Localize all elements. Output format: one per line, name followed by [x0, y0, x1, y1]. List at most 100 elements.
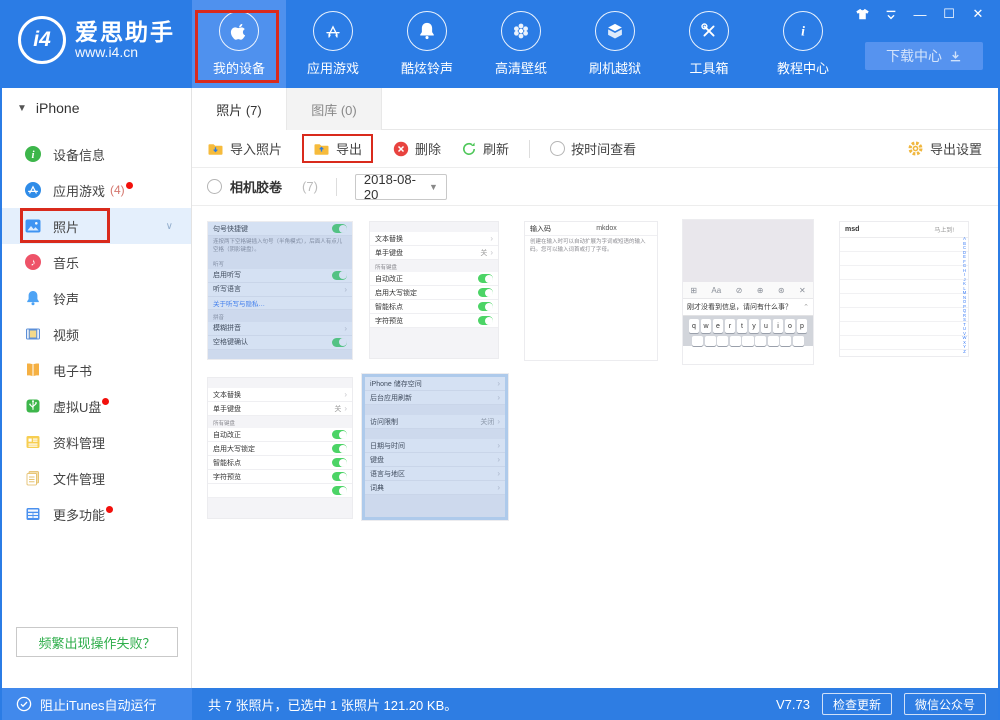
filter-divider — [336, 178, 337, 196]
photo-thumbnail[interactable]: iPhone 储存空间›后台应用刷新›访问限制关闭›日期与时间›键盘›语言与地区… — [362, 374, 508, 520]
block-itunes-label: 阻止iTunes自动运行 — [40, 695, 157, 714]
folder-import-icon — [207, 141, 224, 157]
sidebar-item-app-games[interactable]: 应用游戏 (4) — [2, 172, 191, 208]
sidebar-item-label: 虚拟U盘 — [53, 397, 101, 416]
chevron-right-icon: › — [344, 404, 347, 413]
date-filter-select[interactable]: 2018-08-20 ▼ — [355, 174, 447, 200]
bell-blue-icon — [24, 289, 42, 307]
keyboard-tool-icon: ⊞ — [690, 286, 697, 295]
sidebar-item-label: 文件管理 — [53, 469, 105, 488]
check-update-button[interactable]: 检查更新 — [822, 693, 892, 715]
sidebar-item-videos[interactable]: 视频 — [2, 316, 191, 352]
wechat-account-button[interactable]: 微信公众号 — [904, 693, 986, 715]
version-label: V7.73 — [776, 697, 810, 712]
list-row — [840, 322, 968, 336]
index-letter: Z — [963, 350, 967, 355]
view-by-time-label: 按时间查看 — [571, 139, 636, 158]
sidebar-item-label: 设备信息 — [53, 145, 105, 164]
chevron-right-icon: › — [497, 393, 500, 402]
photo-thumbnail[interactable]: 文本替换›单手键盘关›所有键盘自动改正启用大写锁定智能标点字符预览 — [370, 222, 498, 358]
delete-button[interactable]: 删除 — [393, 139, 441, 158]
minimize-button[interactable]: — — [912, 6, 928, 22]
sidebar-item-label: 铃声 — [53, 289, 79, 308]
sidebar-item-photos[interactable]: 照片 ∨ — [2, 208, 191, 244]
ios-row: 启用听写 — [208, 269, 352, 283]
sidebar-item-label: 应用游戏 — [53, 181, 105, 200]
sidebar-item-more-functions[interactable]: 更多功能 — [2, 496, 191, 532]
keyboard-tool-icon: Aa — [711, 286, 721, 295]
collapse-caret-icon: ▼ — [17, 103, 27, 114]
sidebar-item-ebooks[interactable]: 电子书 — [2, 352, 191, 388]
apple-icon — [219, 11, 259, 51]
main-nav: 我的设备 应用游戏 酷炫铃声 高清壁纸 — [192, 0, 850, 88]
ios-row: 后台应用刷新› — [365, 391, 505, 405]
skin-shirt-icon[interactable] — [854, 6, 870, 22]
keyboard-key — [717, 336, 728, 346]
sidebar-item-data-management[interactable]: 资料管理 — [2, 424, 191, 460]
photo-grid: 句号快捷键连按两下空格键插入句号（半角模式），后面人有点儿空格（阴影键盘）。听写… — [192, 206, 1000, 688]
sidebar-item-device-info[interactable]: i 设备信息 — [2, 136, 191, 172]
ios-row: 自动改正 — [208, 428, 352, 442]
ios-row: 空格键确认 — [208, 336, 352, 350]
list-row — [840, 266, 968, 280]
sidebar-item-ringtones[interactable]: 铃声 — [2, 280, 191, 316]
keyboard-key — [793, 336, 804, 346]
view-by-time-radio[interactable] — [550, 141, 565, 156]
toolbar-divider — [529, 140, 530, 158]
ios-row-label: 空格键确认 — [213, 337, 248, 347]
photo-thumbnail[interactable]: 句号快捷键连按两下空格键插入句号（半角模式），后面人有点儿空格（阴影键盘）。听写… — [208, 222, 352, 359]
nav-label: 刷机越狱 — [589, 58, 641, 77]
ios-row: 日期与时间› — [365, 439, 505, 453]
nav-ringtones[interactable]: 酷炫铃声 — [380, 0, 474, 88]
photo-thumbnail[interactable]: msd马上到!ABCDEFGHIJKLMNOPQRSTUVWXYZ — [840, 222, 968, 356]
keyboard-key — [742, 336, 753, 346]
sidebar-item-file-management[interactable]: 文件管理 — [2, 460, 191, 496]
block-itunes-toggle[interactable]: 阻止iTunes自动运行 — [2, 688, 192, 720]
notification-dot — [102, 398, 109, 405]
nav-app-games[interactable]: 应用游戏 — [286, 0, 380, 88]
nav-label: 酷炫铃声 — [401, 58, 453, 77]
tab-photos[interactable]: 照片 (7) — [192, 88, 287, 130]
sidebar-item-virtual-usb[interactable]: 虚拟U盘 — [2, 388, 191, 424]
menu-expand-icon[interactable] — [883, 6, 899, 22]
keyboard-key — [780, 336, 791, 346]
svg-text:♪: ♪ — [31, 258, 36, 269]
keyboard-tool-icon: ⊕ — [757, 286, 764, 295]
ios-row: 句号快捷键 — [208, 222, 352, 236]
ios-row-label: 词典 — [370, 483, 384, 493]
nav-tutorials[interactable]: i 教程中心 — [756, 0, 850, 88]
import-photos-button[interactable]: 导入照片 — [207, 139, 282, 158]
photo-thumbnail[interactable]: 文本替换›单手键盘关›所有键盘自动改正启用大写锁定智能标点字符预览 — [208, 378, 352, 518]
nav-my-devices[interactable]: 我的设备 — [192, 0, 286, 88]
photo-thumbnail[interactable]: 输入码mkdox创建在输入时可以自动扩展为字词或短语的输入码。您可以输入词首或打… — [525, 222, 657, 360]
sidebar-item-label: 视频 — [53, 325, 79, 344]
nav-wallpapers[interactable]: 高清壁纸 — [474, 0, 568, 88]
toggle-on-icon — [332, 458, 347, 467]
nav-toolbox[interactable]: 工具箱 — [662, 0, 756, 88]
export-settings-button[interactable]: 导出设置 — [907, 139, 982, 158]
operation-failure-help-button[interactable]: 频繁出现操作失败？ — [16, 627, 178, 657]
chevron-right-icon: › — [497, 469, 500, 478]
camera-roll-radio[interactable] — [207, 179, 222, 194]
download-center-button[interactable]: 下载中心 — [865, 42, 983, 70]
ios-row-label: 智能标点 — [213, 458, 241, 468]
nav-flash-jailbreak[interactable]: 刷机越狱 — [568, 0, 662, 88]
tab-gallery[interactable]: 图库 (0) — [287, 88, 382, 130]
gear-icon — [907, 140, 924, 157]
refresh-button[interactable]: 刷新 — [461, 139, 509, 158]
maximize-button[interactable]: ☐ — [941, 6, 957, 22]
sidebar-item-label: 照片 — [53, 217, 79, 236]
export-button[interactable]: 导出 — [302, 134, 373, 163]
keyboard-key — [730, 336, 741, 346]
device-group-iphone[interactable]: ▼ iPhone — [2, 88, 191, 128]
toggle-on-icon — [478, 316, 493, 325]
sidebar-item-music[interactable]: ♪ 音乐 — [2, 244, 191, 280]
ios-description: 连按两下空格键插入句号（半角模式），后面人有点儿空格（阴影键盘）。 — [208, 236, 352, 257]
close-button[interactable]: ✕ — [970, 6, 986, 22]
view-by-time-option[interactable]: 按时间查看 — [550, 139, 636, 158]
list-row — [840, 280, 968, 294]
sidebar: ▼ iPhone i 设备信息 应用游戏 (4) 照片 ∨ ♪ — [2, 88, 192, 688]
photo-thumbnail[interactable]: ⊞Aa⊘⊕⊛✕刚才没看到信息，请问有什么事？⌃qwertyuiop — [683, 220, 813, 364]
ios-row: 文本替换› — [370, 232, 498, 246]
keyboard-key: q — [689, 319, 700, 333]
